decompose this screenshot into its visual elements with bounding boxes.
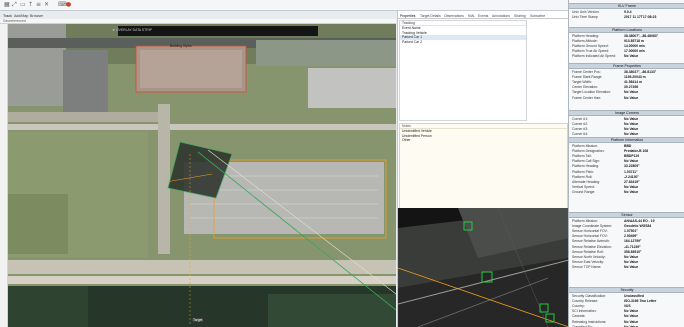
metadata-key: Ground Range: — [572, 190, 596, 195]
notes-box: Notes Unidentified Vehicle Unidentified … — [399, 123, 568, 220]
metadata-value: No Value — [624, 95, 639, 100]
tab-kml[interactable]: KML — [468, 13, 475, 19]
section-header[interactable]: Platform Information — [569, 137, 684, 143]
tab-target-details[interactable]: Target Details — [420, 13, 441, 19]
record-icon[interactable]: ● — [66, 1, 71, 8]
tracking-list: Tracking Event Name Tracking Vehicle Par… — [399, 20, 527, 121]
close-icon[interactable]: ✕ — [44, 1, 49, 8]
metadata-key: Platform Indicated Air Speed: — [572, 54, 616, 59]
frame-icon[interactable]: ▭ — [20, 1, 26, 8]
section-header[interactable]: Security — [569, 287, 684, 293]
video-canvas — [398, 208, 569, 327]
section-header[interactable]: Frame Properties — [569, 63, 684, 69]
metadata-row: Platform Indicated Air Speed: No Value — [569, 54, 684, 59]
list-item[interactable]: Parked Car 2 — [400, 40, 526, 45]
metadata-value: No Value — [624, 265, 639, 270]
tab-observations[interactable]: Observations — [444, 13, 464, 19]
grid-icon[interactable]: ▦ — [4, 1, 10, 8]
toolbar: ▦ ⤢ ▭ ↑ ≡ ✕ ⌨ ● — [0, 0, 568, 11]
metadata-value: No Value — [624, 190, 639, 195]
section-header[interactable]: Platform Locations — [569, 27, 684, 33]
section-title: Sensor — [621, 213, 633, 217]
arrow-up-icon[interactable]: ↑ — [28, 1, 33, 8]
map-overlay-strip: ★ OVERLAY DATA STRIP — [112, 28, 152, 32]
mid-tabs: Properties Target Details Observations K… — [398, 13, 569, 19]
notes-item[interactable]: Other — [400, 138, 567, 143]
middle-panel: Properties Target Details Observations K… — [397, 11, 569, 327]
section-title: Frame Properties — [613, 64, 641, 68]
metadata-value: No Value — [624, 54, 639, 59]
section-title: Platform Information — [610, 138, 644, 142]
metadata-row: Sensor TCP Name: No Value — [569, 265, 684, 270]
metadata-row: Frame Center Hae: No Value — [569, 96, 684, 101]
metadata-panel: KLV Frame Unix Unix Version 9.0.4 Unix Time… — [568, 0, 684, 327]
metadata-row: Ground Range: No Value — [569, 190, 684, 195]
expand-icon[interactable]: ⤢ — [12, 1, 17, 8]
section-header[interactable]: Sensor — [569, 212, 684, 218]
video-feed[interactable] — [398, 208, 569, 327]
section-header[interactable]: KLV Frame — [569, 3, 684, 9]
metadata-row: Unix Time Stamp 2017 11 17T17:08:23 — [569, 15, 684, 20]
section-title: KLV Frame — [618, 4, 636, 8]
tab-events[interactable]: Events — [478, 13, 488, 19]
section-title: Security — [620, 288, 634, 292]
satellite-map[interactable]: ★ OVERLAY DATA STRIP Building Alpha Targ… — [8, 24, 396, 327]
metadata-value: 2017 11 17T17:08:23 — [624, 14, 657, 19]
tab-properties[interactable]: Properties — [400, 13, 415, 19]
section-title: Platform Locations — [612, 28, 642, 32]
map-canvas[interactable] — [8, 24, 396, 327]
map-target-label: Target — [192, 318, 204, 322]
left-gutter — [0, 24, 8, 327]
section-title: Image Corners — [615, 111, 639, 115]
metadata-key: Unix Time Stamp — [572, 14, 598, 19]
metadata-key: Frame Center Hae: — [572, 95, 602, 100]
app-window: ▦ ⤢ ▭ ↑ ≡ ✕ ⌨ ● Track Add/Map Browser Ge… — [0, 0, 684, 327]
tab-annotations[interactable]: Annotations — [492, 13, 510, 19]
tab-subscribe[interactable]: Subscribe — [530, 13, 545, 19]
list-icon[interactable]: ≡ — [36, 1, 41, 8]
map-building-label: Building Alpha — [170, 44, 192, 48]
metadata-key: Sensor TCP Name: — [572, 265, 602, 270]
section-header[interactable]: Image Corners — [569, 110, 684, 116]
tab-sharing[interactable]: Sharing — [514, 13, 526, 19]
